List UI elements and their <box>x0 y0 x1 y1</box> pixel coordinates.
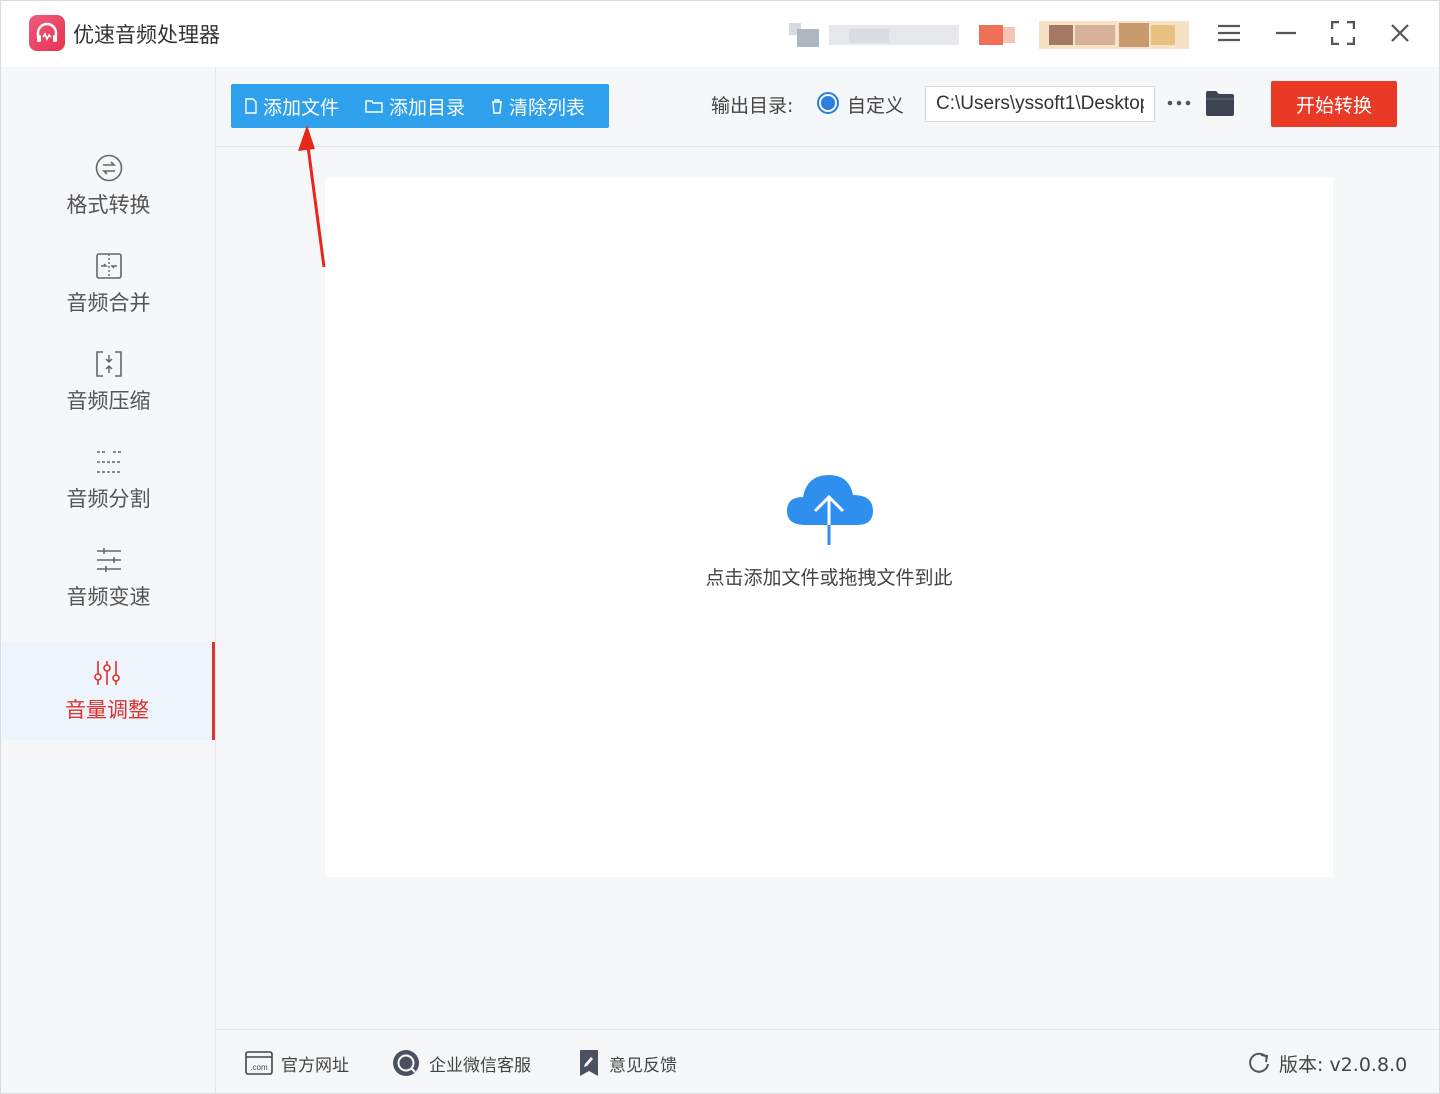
output-dir-label: 输出目录: <box>711 95 794 117</box>
website-label: 官方网址 <box>281 1055 349 1076</box>
file-button-group: 添加文件 添加目录 清除列表 <box>231 84 609 128</box>
title-bar: 优速音频处理器 <box>1 1 1439 67</box>
maximize-icon[interactable] <box>1325 15 1361 51</box>
feedback-link[interactable]: 意见反馈 <box>577 1048 677 1078</box>
split-icon <box>96 451 121 473</box>
headphones-icon <box>29 15 65 51</box>
footer: .com 官方网址 企业微信客服 意见反馈 版本: v2.0.8.0 <box>217 1029 1439 1093</box>
start-convert-button[interactable]: 开始转换 <box>1271 81 1397 127</box>
website-com-icon: .com <box>245 1051 273 1075</box>
svg-text:.com: .com <box>250 1063 268 1072</box>
clear-list-button[interactable]: 清除列表 <box>477 84 597 128</box>
more-options-icon[interactable] <box>1165 87 1193 119</box>
cloud-upload-icon <box>787 475 873 545</box>
file-drop-zone[interactable]: 点击添加文件或拖拽文件到此 <box>325 177 1333 877</box>
open-folder-icon[interactable] <box>1205 89 1235 117</box>
wechat-service-link[interactable]: 企业微信客服 <box>391 1048 531 1078</box>
close-icon[interactable] <box>1382 15 1418 51</box>
merge-icon <box>95 253 122 279</box>
blurred-user-info <box>789 23 1015 47</box>
feedback-label: 意见反馈 <box>609 1055 677 1076</box>
wechat-service-label: 企业微信客服 <box>429 1055 531 1076</box>
website-link[interactable]: .com 官方网址 <box>245 1048 349 1078</box>
folder-outline-icon <box>365 100 383 113</box>
convert-icon <box>95 154 122 182</box>
add-file-button[interactable]: 添加文件 <box>231 84 351 128</box>
sidebar-item-audio-split[interactable]: 音频分割 <box>2 431 215 529</box>
output-path-input[interactable] <box>925 86 1155 122</box>
feedback-icon <box>580 1050 598 1076</box>
sidebar-item-label: 音频变速 <box>66 585 151 609</box>
sidebar-item-label: 音频分割 <box>66 487 151 511</box>
version-info: 版本: v2.0.8.0 <box>1247 1048 1407 1078</box>
compress-icon <box>95 351 122 377</box>
sidebar-item-label: 格式转换 <box>66 193 151 217</box>
refresh-icon <box>1249 1052 1269 1073</box>
file-icon <box>245 98 257 114</box>
minimize-icon[interactable] <box>1268 15 1304 51</box>
sidebar-item-audio-compress[interactable]: 音频压缩 <box>2 333 215 431</box>
clear-list-label: 清除列表 <box>509 96 586 119</box>
menu-icon[interactable] <box>1211 15 1247 51</box>
add-folder-button[interactable]: 添加目录 <box>351 84 477 128</box>
custom-output-label[interactable]: 自定义 <box>847 91 904 118</box>
sidebar-item-volume-adjust[interactable]: 音量调整 <box>2 642 215 740</box>
custom-output-radio[interactable] <box>817 92 839 114</box>
sidebar-item-label: 音频合并 <box>66 291 151 315</box>
sidebar-item-format-convert[interactable]: 格式转换 <box>2 137 215 235</box>
speed-icon <box>96 548 121 572</box>
sidebar-item-label: 音频压缩 <box>66 389 151 413</box>
version-label: 版本: v2.0.8.0 <box>1279 1053 1408 1076</box>
toolbar: 添加文件 添加目录 清除列表 输出目录: 自定义 开始转换 <box>217 67 1439 147</box>
sidebar-item-audio-merge[interactable]: 音频合并 <box>2 235 215 333</box>
blurred-account-badge <box>1039 21 1189 49</box>
add-file-label: 添加文件 <box>263 96 340 119</box>
sidebar-item-label: 音量调整 <box>65 698 149 722</box>
drop-hint-text: 点击添加文件或拖拽文件到此 <box>705 567 953 589</box>
app-title: 优速音频处理器 <box>73 23 220 47</box>
add-folder-label: 添加目录 <box>389 96 466 119</box>
app-window: 优速音频处理器 格式转换 音频合并 音频压缩 音频分割 音频变速 音量调整 添加… <box>0 0 1440 1094</box>
sidebar: 格式转换 音频合并 音频压缩 音频分割 音频变速 音量调整 <box>2 67 216 1093</box>
chat-support-icon <box>393 1050 419 1076</box>
volume-sliders-icon <box>94 661 120 685</box>
sidebar-item-audio-speed[interactable]: 音频变速 <box>2 529 215 627</box>
trash-icon <box>492 99 503 114</box>
